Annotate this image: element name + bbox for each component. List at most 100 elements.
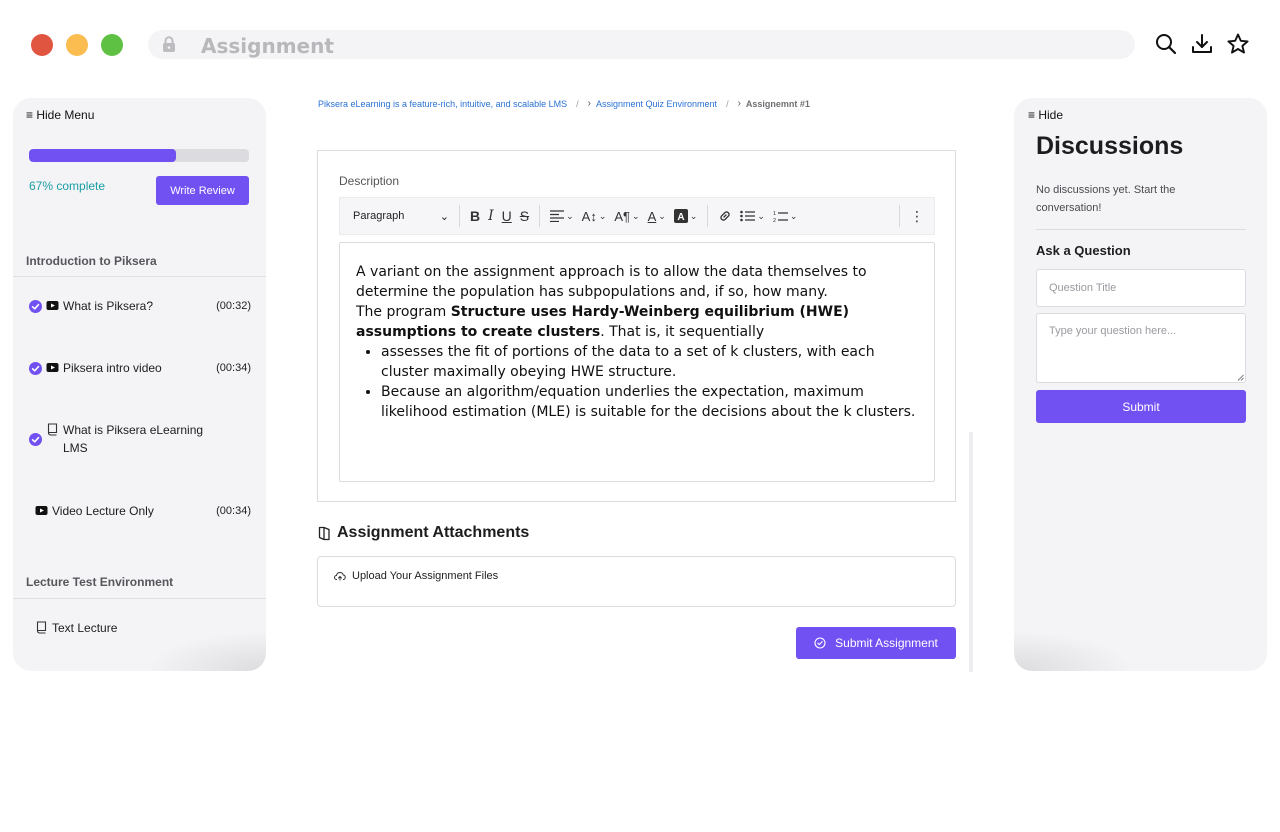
course-sidebar: ≡ Hide Menu 67% complete Write Review In… bbox=[13, 98, 266, 671]
lesson-label: What is Piksera eLearning LMS bbox=[63, 423, 204, 455]
submit-assignment-label: Submit Assignment bbox=[835, 636, 938, 650]
discussions-empty-text: No discussions yet. Start the conversati… bbox=[1036, 184, 1176, 214]
lesson-label: What is Piksera? bbox=[63, 299, 154, 313]
font-size-icon: A↕ bbox=[581, 208, 597, 224]
breadcrumb-separator: / bbox=[726, 98, 729, 109]
block-format-value: Paragraph bbox=[353, 210, 405, 222]
editor-text: . That is, it sequentially bbox=[600, 324, 765, 340]
upload-label: Upload Your Assignment Files bbox=[334, 570, 498, 582]
page-title: Assignment bbox=[201, 34, 334, 58]
panel-shadow bbox=[1014, 631, 1134, 671]
window-controls bbox=[31, 34, 123, 56]
breadcrumb: Piksera eLearning is a feature-rich, int… bbox=[318, 98, 810, 109]
highlight-dropdown[interactable]: A ⌄ bbox=[673, 205, 697, 227]
address-bar[interactable]: Assignment bbox=[148, 30, 1135, 59]
font-color-icon: A bbox=[647, 208, 657, 224]
editor-list-item: assesses the fit of portions of the data… bbox=[381, 342, 918, 382]
text-style-dropdown[interactable]: A¶ ⌄ bbox=[614, 205, 639, 227]
question-title-input[interactable] bbox=[1036, 269, 1246, 307]
lesson-item[interactable]: Video Lecture Only (00:34) bbox=[35, 502, 251, 520]
discussions-divider bbox=[1036, 229, 1246, 230]
link-button[interactable] bbox=[718, 205, 732, 227]
breadcrumb-separator: / bbox=[576, 98, 579, 109]
minimize-window-button[interactable] bbox=[66, 34, 88, 56]
font-color-dropdown[interactable]: A ⌄ bbox=[648, 205, 666, 227]
close-window-button[interactable] bbox=[31, 34, 53, 56]
discussions-title: Discussions bbox=[1036, 132, 1184, 160]
course-progress-bar bbox=[29, 149, 249, 162]
lesson-item[interactable]: What is Piksera eLearning LMS bbox=[29, 421, 251, 457]
lesson-item[interactable]: What is Piksera? (00:32) bbox=[29, 297, 251, 315]
download-icon[interactable] bbox=[1191, 33, 1213, 55]
bullet-list-icon bbox=[740, 210, 756, 222]
section-title[interactable]: Introduction to Piksera bbox=[26, 254, 157, 268]
editor-toolbar: Paragraph ⌄ B I U S ⌄ A↕ ⌄ A¶ ⌄ A ⌄ A ⌄ ⌄ bbox=[339, 197, 935, 235]
toolbar-divider bbox=[899, 205, 900, 227]
lesson-duration: (00:34) bbox=[216, 505, 251, 517]
cloud-upload-icon bbox=[334, 572, 346, 581]
submit-assignment-button[interactable]: Submit Assignment bbox=[796, 627, 956, 659]
align-left-icon bbox=[550, 210, 565, 222]
search-icon[interactable] bbox=[1155, 33, 1177, 55]
browser-actions bbox=[1155, 33, 1249, 55]
svg-text:A: A bbox=[677, 212, 684, 223]
video-icon bbox=[35, 506, 48, 515]
editor-bullet-list: assesses the fit of portions of the data… bbox=[356, 342, 918, 422]
numbered-list-icon: 12 bbox=[773, 211, 788, 223]
submit-question-button[interactable]: Submit bbox=[1036, 390, 1246, 423]
chevron-right-icon: › bbox=[737, 98, 741, 109]
completed-check-icon bbox=[29, 300, 42, 313]
breadcrumb-course-link[interactable]: Piksera eLearning is a feature-rich, int… bbox=[318, 99, 567, 109]
star-icon[interactable] bbox=[1227, 33, 1249, 55]
more-options-icon[interactable]: ⋮ bbox=[910, 205, 924, 227]
upload-text: Upload Your Assignment Files bbox=[352, 570, 499, 582]
link-icon bbox=[720, 211, 730, 221]
breadcrumb-current: Assignemnt #1 bbox=[745, 98, 810, 109]
svg-text:1: 1 bbox=[773, 211, 776, 217]
text-lesson-icon bbox=[36, 621, 47, 634]
hide-menu-toggle[interactable]: ≡ Hide Menu bbox=[26, 108, 94, 122]
highlight-color-icon: A bbox=[673, 209, 688, 223]
section-title[interactable]: Lecture Test Environment bbox=[26, 575, 173, 589]
italic-button[interactable]: I bbox=[488, 205, 494, 227]
description-card: Description Paragraph ⌄ B I U S ⌄ A↕ ⌄ A¶… bbox=[317, 150, 956, 502]
completed-check-icon bbox=[29, 362, 42, 375]
numbered-list-dropdown[interactable]: 1 2 ⌄ bbox=[773, 205, 798, 227]
strikethrough-button[interactable]: S bbox=[520, 205, 529, 227]
editor-list-item: Because an algorithm/equation underlies … bbox=[381, 382, 918, 422]
toolbar-divider bbox=[707, 205, 709, 227]
resize-handle-icon[interactable] bbox=[1237, 374, 1244, 381]
rich-text-editor[interactable]: A variant on the assignment approach is … bbox=[339, 242, 935, 482]
bullet-list-dropdown[interactable]: ⌄ bbox=[740, 205, 765, 227]
scrollbar[interactable] bbox=[969, 432, 973, 672]
course-progress-fill bbox=[29, 149, 177, 162]
svg-text:2: 2 bbox=[773, 218, 776, 223]
lesson-label: Video Lecture Only bbox=[52, 504, 154, 518]
discussions-panel: ≡ Hide Discussions No discussions yet. S… bbox=[1014, 98, 1267, 671]
breadcrumb-section-link[interactable]: Assignment Quiz Environment bbox=[596, 99, 717, 109]
chevron-down-icon: ⌄ bbox=[439, 210, 449, 223]
lesson-duration: (00:34) bbox=[216, 362, 251, 374]
maximize-window-button[interactable] bbox=[101, 34, 123, 56]
editor-text: The program bbox=[356, 304, 451, 320]
font-size-dropdown[interactable]: A↕ ⌄ bbox=[582, 205, 607, 227]
attachments-title: Assignment Attachments bbox=[337, 524, 530, 541]
underline-button[interactable]: U bbox=[502, 205, 512, 227]
bold-button[interactable]: B bbox=[470, 205, 480, 227]
upload-dropzone[interactable]: Upload Your Assignment Files bbox=[317, 556, 956, 607]
lesson-label: Piksera intro video bbox=[63, 361, 162, 375]
progress-text: 67% complete bbox=[29, 179, 106, 193]
block-format-select[interactable]: Paragraph ⌄ bbox=[353, 210, 453, 223]
write-review-button[interactable]: Write Review bbox=[156, 176, 249, 205]
section-divider bbox=[13, 276, 266, 277]
hide-discussions-toggle[interactable]: ≡ Hide bbox=[1028, 108, 1063, 122]
attachment-book-icon bbox=[318, 526, 330, 540]
lesson-item[interactable]: Piksera intro video (00:34) bbox=[29, 359, 251, 377]
attachments-heading: Assignment Attachments bbox=[318, 524, 529, 542]
video-icon bbox=[46, 363, 59, 372]
completed-check-icon bbox=[29, 433, 42, 446]
text-style-icon: A¶ bbox=[614, 208, 631, 224]
question-body-textarea[interactable] bbox=[1036, 313, 1246, 383]
align-dropdown[interactable]: ⌄ bbox=[550, 205, 574, 227]
editor-paragraph: A variant on the assignment approach is … bbox=[356, 264, 867, 300]
